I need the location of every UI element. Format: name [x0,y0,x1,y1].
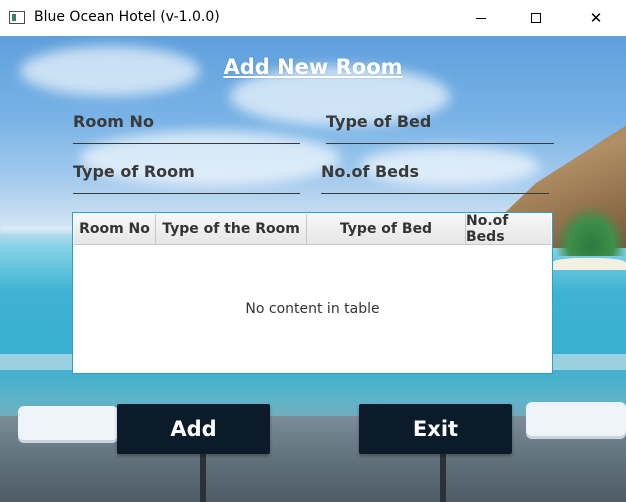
window-titlebar: Blue Ocean Hotel (v-1.0.0) ✕ [0,0,626,36]
minimize-button[interactable] [458,0,504,36]
field-underline [73,143,300,144]
type-of-room-label: Type of Room [73,162,195,181]
towel-left [18,406,118,440]
type-of-bed-label: Type of Bed [326,112,432,131]
column-header-no-of-beds[interactable]: No.of Beds [466,213,551,245]
no-of-beds-field[interactable]: No.of Beds [321,162,549,194]
page-title: Add New Room [223,55,403,79]
column-header-type-of-bed[interactable]: Type of Bed [307,214,466,244]
type-of-room-field[interactable]: Type of Room [73,162,300,194]
type-of-bed-field[interactable]: Type of Bed [326,112,554,144]
table-header: Room No Type of the Room Type of Bed No.… [74,213,551,245]
palm-island [556,206,626,256]
table-empty-message: No content in table [245,301,380,317]
beach-sand [552,258,626,270]
rooms-table[interactable]: Room No Type of the Room Type of Bed No.… [72,212,553,374]
close-icon: ✕ [589,9,603,27]
maximize-button[interactable] [513,0,559,36]
add-button[interactable]: Add [117,404,270,454]
exit-button[interactable]: Exit [359,404,512,454]
window-title: Blue Ocean Hotel (v-1.0.0) [34,9,220,25]
app-icon [9,11,25,24]
no-of-beds-label: No.of Beds [321,162,420,181]
towel-right [526,402,626,436]
column-header-type-of-room[interactable]: Type of the Room [156,214,307,244]
room-no-label: Room No [73,112,154,131]
maximize-icon [531,13,541,23]
field-underline [73,193,300,194]
minimize-icon [476,17,486,19]
field-underline [326,143,554,144]
column-header-room-no[interactable]: Room No [74,214,156,244]
room-no-field[interactable]: Room No [73,112,300,144]
close-button[interactable]: ✕ [573,0,619,36]
field-underline [321,193,549,194]
